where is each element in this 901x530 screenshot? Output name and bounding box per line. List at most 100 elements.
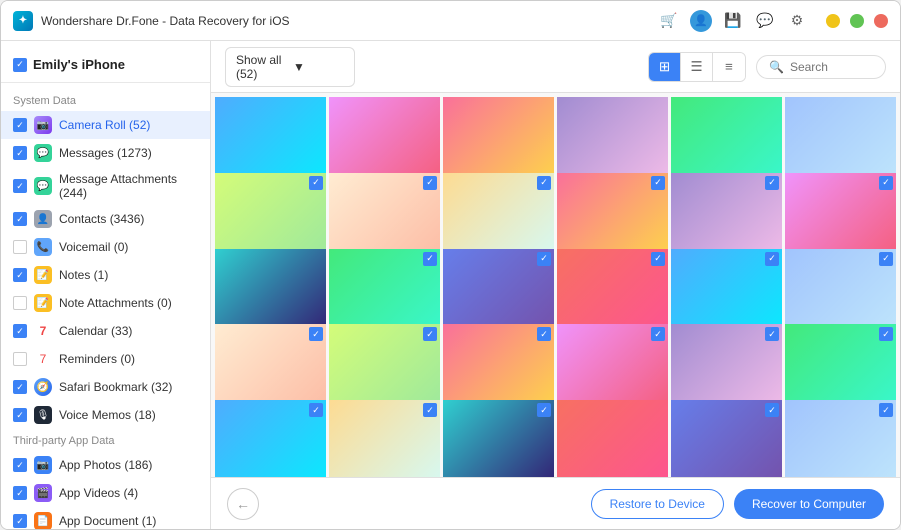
voice-memos-check[interactable]: ✓ <box>13 408 27 422</box>
photo-checkbox[interactable]: ✓ <box>423 252 437 266</box>
footer-actions: Restore to Device Recover to Computer <box>591 489 884 519</box>
app-videos-label: App Videos (4) <box>59 486 138 500</box>
messages-label: Messages (1273) <box>59 146 152 160</box>
message-attachments-label: Message Attachments (244) <box>59 172 198 200</box>
app-document-icon: 📄 <box>34 512 52 529</box>
contacts-icon: 👤 <box>34 210 52 228</box>
photo-checkbox[interactable]: ✓ <box>537 327 551 341</box>
voicemail-check[interactable] <box>13 240 27 254</box>
photo-checkbox[interactable]: ✓ <box>765 176 779 190</box>
sidebar-item-app-photos[interactable]: ✓ 📷 App Photos (186) <box>1 451 210 479</box>
app-photos-label: App Photos (186) <box>59 458 152 472</box>
cart-icon[interactable]: 🛒 <box>658 10 680 32</box>
sidebar-item-voice-memos[interactable]: ✓ 🎙 Voice Memos (18) <box>1 401 210 429</box>
camera-roll-check[interactable]: ✓ <box>13 118 27 132</box>
titlebar: ✦ Wondershare Dr.Fone - Data Recovery fo… <box>1 1 900 41</box>
photo-checkbox[interactable]: ✓ <box>651 176 665 190</box>
sidebar-item-messages[interactable]: ✓ 💬 Messages (1273) <box>1 139 210 167</box>
photo-cell[interactable]: ✓IMG_0452.JPG <box>215 400 326 477</box>
main-window: ✦ Wondershare Dr.Fone - Data Recovery fo… <box>0 0 901 530</box>
notes-check[interactable]: ✓ <box>13 268 27 282</box>
photo-checkbox[interactable]: ✓ <box>537 176 551 190</box>
note-attachments-icon: 📝 <box>34 294 52 312</box>
message-attachments-check[interactable]: ✓ <box>13 179 27 193</box>
sidebar-item-contacts[interactable]: ✓ 👤 Contacts (3436) <box>1 205 210 233</box>
photo-checkbox[interactable]: ✓ <box>879 252 893 266</box>
sidebar-item-reminders[interactable]: 7 Reminders (0) <box>1 345 210 373</box>
messages-check[interactable]: ✓ <box>13 146 27 160</box>
list-view-button[interactable]: ☰ <box>681 53 713 81</box>
photo-checkbox[interactable]: ✓ <box>537 403 551 417</box>
device-icon[interactable]: 💾 <box>722 10 744 32</box>
sidebar-item-notes[interactable]: ✓ 📝 Notes (1) <box>1 261 210 289</box>
photo-cell[interactable]: ✓IMG_0457.JPG <box>785 400 896 477</box>
sidebar-item-message-attachments[interactable]: ✓ 💬 Message Attachments (244) <box>1 167 210 205</box>
photo-cell[interactable]: ✓IMG_0453.JPG <box>329 400 440 477</box>
third-party-label: Third-party App Data <box>1 429 210 451</box>
messages-icon: 💬 <box>34 144 52 162</box>
device-check: ✓ <box>13 58 27 72</box>
search-icon: 🔍 <box>769 60 784 74</box>
sidebar-item-app-document[interactable]: ✓ 📄 App Document (1) <box>1 507 210 529</box>
sidebar-item-app-videos[interactable]: ✓ 🎬 App Videos (4) <box>1 479 210 507</box>
chevron-down-icon: ▼ <box>293 60 344 74</box>
minimize-button[interactable] <box>826 14 840 28</box>
filter-dropdown[interactable]: Show all (52) ▼ <box>225 47 355 87</box>
detail-view-button[interactable]: ≡ <box>713 53 745 81</box>
settings-icon[interactable]: ⚙ <box>786 10 808 32</box>
safari-icon: 🧭 <box>34 378 52 396</box>
calendar-icon: 7 <box>34 322 52 340</box>
photo-checkbox[interactable]: ✓ <box>765 403 779 417</box>
sidebar-item-safari[interactable]: ✓ 🧭 Safari Bookmark (32) <box>1 373 210 401</box>
reminders-check[interactable] <box>13 352 27 366</box>
sidebar-item-note-attachments[interactable]: 📝 Note Attachments (0) <box>1 289 210 317</box>
grid-view-button[interactable]: ⊞ <box>649 53 681 81</box>
photo-checkbox[interactable]: ✓ <box>423 403 437 417</box>
search-input[interactable] <box>790 60 870 74</box>
photo-checkbox[interactable]: ✓ <box>309 327 323 341</box>
photo-checkbox[interactable]: ✓ <box>537 252 551 266</box>
restore-to-device-button[interactable]: Restore to Device <box>591 489 724 519</box>
photo-checkbox[interactable]: ✓ <box>423 327 437 341</box>
note-attachments-check[interactable] <box>13 296 27 310</box>
recover-to-computer-button[interactable]: Recover to Computer <box>734 489 884 519</box>
voicemail-icon: 📞 <box>34 238 52 256</box>
photo-checkbox[interactable]: ✓ <box>879 176 893 190</box>
notes-label: Notes (1) <box>59 268 108 282</box>
sidebar: ✓ Emily's iPhone System Data ✓ 📷 Camera … <box>1 41 211 529</box>
sidebar-item-calendar[interactable]: ✓ 7 Calendar (33) <box>1 317 210 345</box>
app-document-check[interactable]: ✓ <box>13 514 27 528</box>
app-photos-check[interactable]: ✓ <box>13 458 27 472</box>
reminders-label: Reminders (0) <box>59 352 135 366</box>
support-icon[interactable]: 💬 <box>754 10 776 32</box>
calendar-check[interactable]: ✓ <box>13 324 27 338</box>
photo-cell[interactable]: ✓IMG_0456.JPG <box>671 400 782 477</box>
photo-checkbox[interactable]: ✓ <box>879 327 893 341</box>
reminders-icon: 7 <box>34 350 52 368</box>
photo-checkbox[interactable]: ✓ <box>879 403 893 417</box>
view-toggle: ⊞ ☰ ≡ <box>648 52 746 82</box>
close-button[interactable] <box>874 14 888 28</box>
app-videos-check[interactable]: ✓ <box>13 486 27 500</box>
back-button[interactable]: ← <box>227 488 259 520</box>
user-icon[interactable]: 👤 <box>690 10 712 32</box>
maximize-button[interactable] <box>850 14 864 28</box>
photo-checkbox[interactable]: ✓ <box>765 327 779 341</box>
contacts-check[interactable]: ✓ <box>13 212 27 226</box>
photo-checkbox[interactable]: ✓ <box>765 252 779 266</box>
device-name: Emily's iPhone <box>33 57 125 72</box>
camera-roll-label: Camera Roll (52) <box>59 118 150 132</box>
photo-checkbox[interactable]: ✓ <box>423 176 437 190</box>
sidebar-item-camera-roll[interactable]: ✓ 📷 Camera Roll (52) <box>1 111 210 139</box>
main-area: ✓ Emily's iPhone System Data ✓ 📷 Camera … <box>1 41 900 529</box>
photo-checkbox[interactable]: ✓ <box>309 176 323 190</box>
safari-check[interactable]: ✓ <box>13 380 27 394</box>
photo-cell[interactable]: ✓IMG_0454.JPG <box>443 400 554 477</box>
photo-cell[interactable]: IMG_0455.JPG <box>557 400 668 477</box>
photo-checkbox[interactable]: ✓ <box>651 252 665 266</box>
notes-icon: 📝 <box>34 266 52 284</box>
sidebar-item-voicemail[interactable]: 📞 Voicemail (0) <box>1 233 210 261</box>
photo-checkbox[interactable]: ✓ <box>309 403 323 417</box>
voice-memos-icon: 🎙 <box>34 406 52 424</box>
photo-checkbox[interactable]: ✓ <box>651 327 665 341</box>
